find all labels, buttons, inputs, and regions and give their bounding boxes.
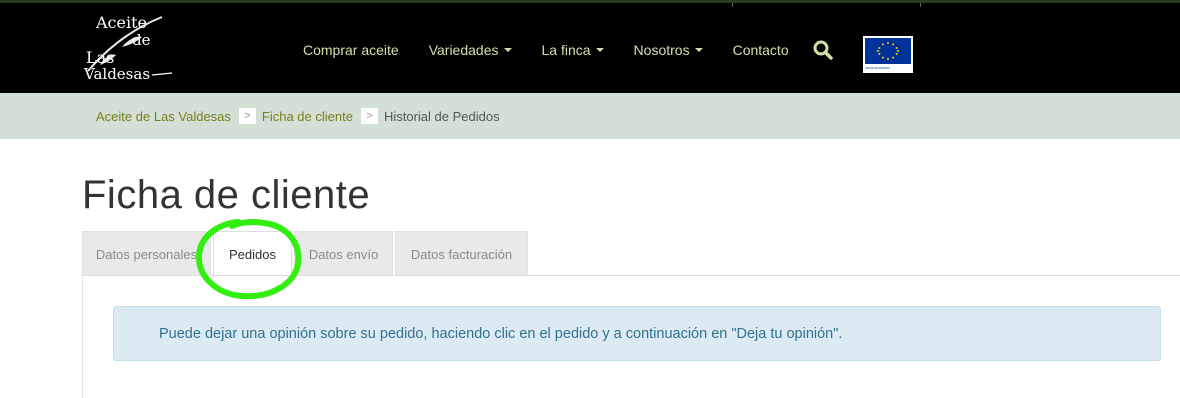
tabs-divider	[82, 275, 1180, 276]
tab-label: Datos facturación	[410, 246, 513, 262]
breadcrumb-home-link[interactable]: Aceite de Las Valdesas	[96, 109, 231, 124]
nav-item-label: La finca	[541, 41, 591, 58]
nav-item-label: Nosotros	[633, 41, 690, 58]
page-title: Ficha de cliente	[82, 173, 371, 217]
logo-text: Aceite	[95, 13, 147, 32]
info-alert: Puede dejar una opinión sobre su pedido,…	[113, 306, 1161, 361]
nav-item-nosotros[interactable]: Nosotros	[619, 42, 718, 58]
nav-item-contacto[interactable]: Contacto	[718, 42, 804, 58]
breadcrumb-current: Historial de Pedidos	[383, 108, 500, 124]
tab-label: Pedidos	[229, 246, 276, 262]
top-navbar: Aceite de Las Valdesas Comprar aceite Va…	[0, 0, 1180, 93]
breadcrumb-bar: Aceite de Las Valdesas > Ficha de client…	[0, 93, 1180, 139]
nav-item-variedades[interactable]: Variedades	[414, 42, 527, 58]
caret-down-icon	[503, 47, 512, 52]
breadcrumb-ficha-link[interactable]: Ficha de cliente	[262, 109, 353, 124]
tab-datos-facturacion[interactable]: Datos facturación	[395, 231, 528, 276]
breadcrumb-separator: >	[238, 108, 256, 124]
site-logo[interactable]: Aceite de Las Valdesas	[82, 13, 174, 83]
nav-item-label: Comprar aceite	[303, 41, 399, 58]
tab-pedidos[interactable]: Pedidos	[213, 231, 292, 277]
tab-datos-personales[interactable]: Datos personales	[82, 231, 211, 276]
eu-stars-icon	[865, 38, 911, 64]
breadcrumb-separator: >	[360, 108, 378, 124]
search-icon[interactable]	[812, 39, 834, 61]
logo-text: de	[132, 31, 151, 49]
alert-text: Puede dejar una opinión sobre su pedido,…	[159, 325, 843, 342]
nav-item-la-finca[interactable]: La finca	[527, 42, 619, 58]
caret-down-icon	[694, 47, 703, 52]
nav-item-label: Variedades	[428, 41, 499, 58]
eu-caption: UNIÓN EUROPEA	[865, 66, 891, 70]
logo-graphic: Aceite de Las Valdesas	[83, 13, 173, 83]
tab-label: Datos personales	[95, 246, 198, 262]
logo-text: Valdesas	[83, 65, 150, 83]
caret-down-icon	[595, 47, 604, 52]
eu-flag-logo[interactable]: UNIÓN EUROPEA	[863, 36, 913, 73]
navbar-divider	[920, 3, 921, 7]
breadcrumb: Aceite de Las Valdesas > Ficha de client…	[96, 93, 500, 139]
nav-item-comprar-aceite[interactable]: Comprar aceite	[288, 42, 414, 58]
content-border	[82, 276, 83, 398]
nav-item-label: Contacto	[732, 41, 789, 58]
tab-label: Datos envío	[308, 246, 379, 262]
main-nav: Comprar aceite Variedades La finca Nosot…	[288, 3, 804, 96]
tab-datos-envio[interactable]: Datos envío	[294, 231, 393, 276]
